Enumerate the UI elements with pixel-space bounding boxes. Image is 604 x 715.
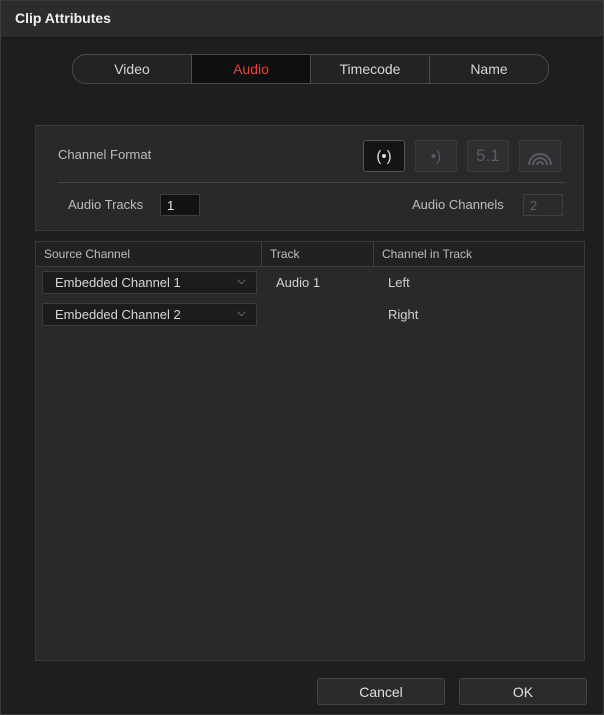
- header-track[interactable]: Track: [262, 242, 374, 266]
- source-channel-value: Embedded Channel 1: [55, 275, 181, 290]
- tab-video[interactable]: Video: [73, 55, 192, 83]
- tab-timecode[interactable]: Timecode: [311, 55, 430, 83]
- channel-format-label: Channel Format: [58, 147, 152, 162]
- format-divider: [58, 182, 565, 183]
- stereo-format-button[interactable]: •): [415, 140, 457, 172]
- source-channel-dropdown[interactable]: Embedded Channel 2 ⌵: [42, 303, 257, 326]
- channel-mapping-table: Source Channel Track Channel in Track Em…: [35, 241, 585, 661]
- dialog-title: Clip Attributes: [15, 10, 111, 26]
- audio-tracks-label: Audio Tracks: [68, 197, 144, 212]
- channel-in-track-cell: Right: [388, 307, 419, 322]
- adaptive-icon: [528, 153, 552, 166]
- channel-in-track-cell: Left: [388, 275, 410, 290]
- adaptive-format-button[interactable]: [519, 140, 561, 172]
- mono-format-button[interactable]: (•): [363, 140, 405, 172]
- tab-name[interactable]: Name: [430, 55, 548, 83]
- clip-attributes-dialog: Clip Attributes Video Audio Timecode Nam…: [0, 0, 604, 715]
- dialog-titlebar[interactable]: Clip Attributes: [1, 1, 603, 38]
- source-channel-value: Embedded Channel 2: [55, 307, 181, 322]
- ok-button[interactable]: OK: [459, 678, 587, 705]
- header-source-channel[interactable]: Source Channel: [36, 242, 262, 266]
- chevron-down-icon: ⌵: [236, 273, 246, 287]
- table-header: Source Channel Track Channel in Track: [36, 242, 584, 267]
- source-channel-dropdown[interactable]: Embedded Channel 1 ⌵: [42, 271, 257, 294]
- tab-audio[interactable]: Audio: [192, 55, 311, 83]
- cancel-button[interactable]: Cancel: [317, 678, 445, 705]
- audio-tracks-field[interactable]: 1: [160, 194, 200, 216]
- surround-51-icon: 5.1: [476, 146, 500, 165]
- stereo-icon: •): [430, 147, 442, 165]
- track-cell: Audio 1: [276, 275, 321, 290]
- chevron-down-icon: ⌵: [236, 305, 246, 319]
- mono-icon: (•): [376, 147, 392, 165]
- audio-channels-field: 2: [523, 194, 563, 216]
- surround-51-format-button[interactable]: 5.1: [467, 140, 509, 172]
- header-channel-in-track[interactable]: Channel in Track: [374, 242, 584, 266]
- channel-format-panel: Channel Format (•) •) 5.1 Audio Tracks 1…: [35, 125, 584, 231]
- tab-bar: Video Audio Timecode Name: [72, 54, 549, 84]
- audio-channels-label: Audio Channels: [412, 197, 504, 212]
